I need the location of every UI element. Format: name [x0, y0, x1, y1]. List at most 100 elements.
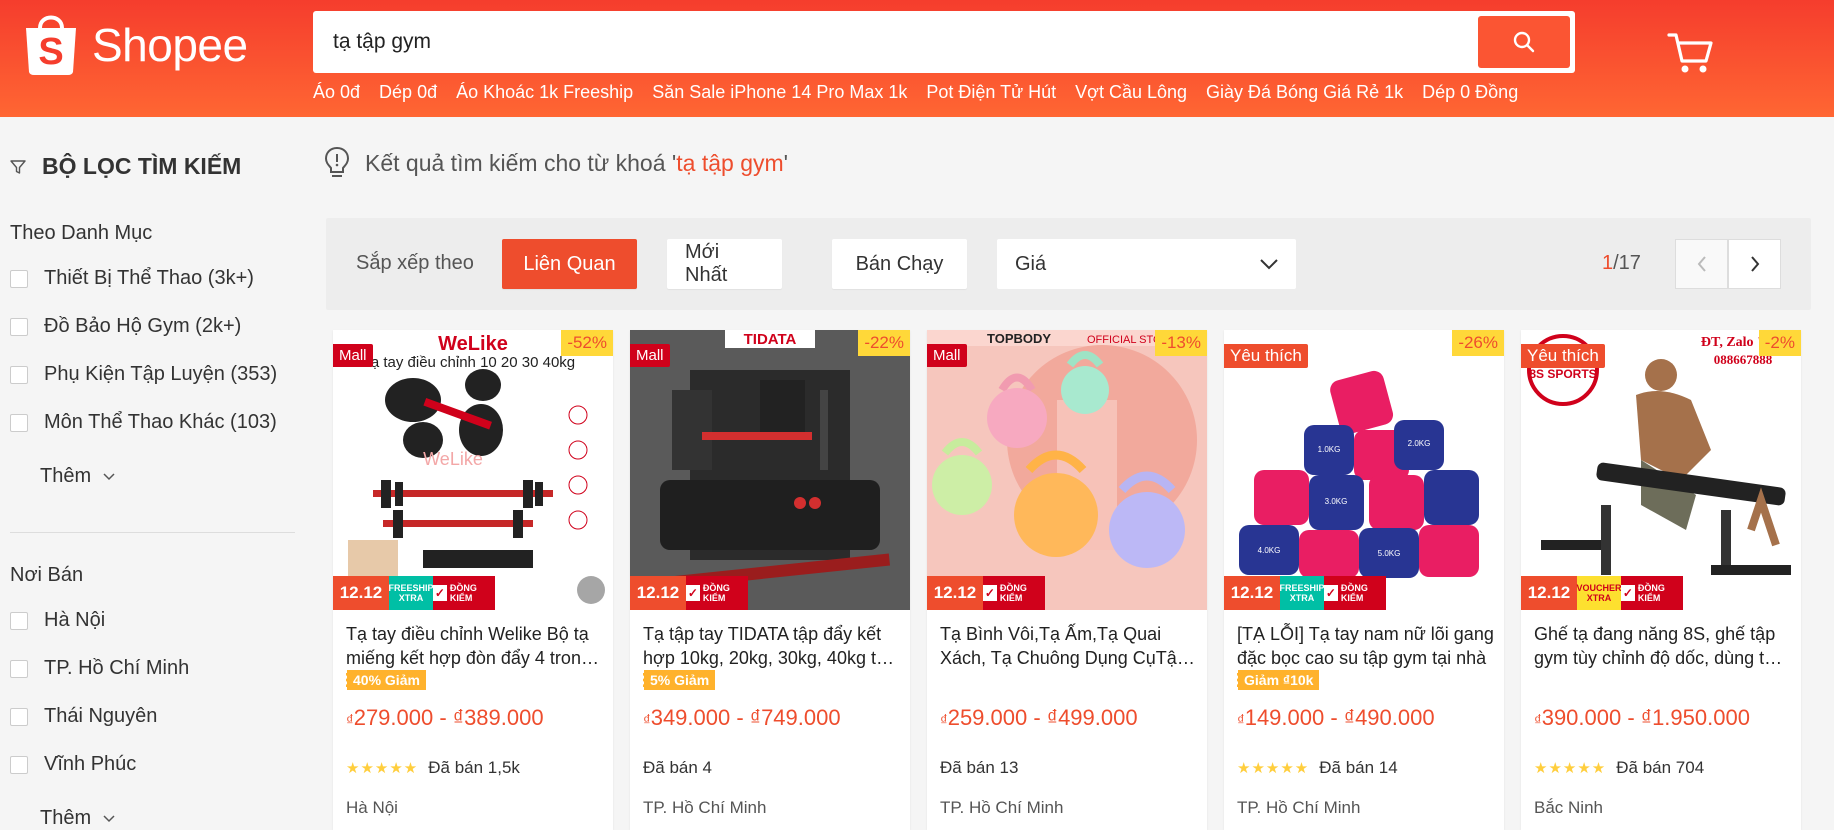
check-icon: ✓	[1324, 585, 1338, 601]
freeship-xtra-badge: FREESHIP XTRA	[1280, 576, 1325, 610]
filter-icon	[10, 159, 26, 174]
checkbox[interactable]	[10, 365, 28, 384]
product-title[interactable]: Tạ Bình Vôi,Tạ Ấm,Tạ Quai Xách, Tạ Chuôn…	[940, 622, 1198, 670]
sold-count: Đã bán 1,5k	[428, 758, 520, 777]
product-image[interactable]: WeLike ạ tay điều chỉnh 10 20 30 40kg We…	[333, 330, 613, 610]
product-card[interactable]: 1.0KG 2.0KG 3.0KG 4.0KG 5.0KG Yêu thích …	[1224, 330, 1504, 830]
product-location: Hà Nội	[346, 798, 398, 817]
product-location: TP. Hồ Chí Minh	[643, 798, 767, 817]
sort-bar: Sắp xếp theo Liên Quan Mới Nhất Bán Chạy…	[326, 218, 1811, 310]
checkbox[interactable]	[10, 755, 28, 774]
location-filter-row[interactable]: Vĩnh Phúc	[10, 753, 136, 776]
promo-strip: 12.12 ✓ ĐỒNG KIỂM	[927, 576, 1207, 610]
product-price: ₫390.000 - ₫1.950.000	[1534, 705, 1750, 730]
discount-badge: -2%	[1758, 330, 1801, 356]
weight-label: 2.0KG	[1408, 439, 1431, 448]
discount-badge: -22%	[858, 330, 910, 356]
sold-count: Đã bán 13	[940, 758, 1019, 777]
suggestion-link[interactable]: Vợt Cầu Lông	[1075, 82, 1187, 103]
category-label: Môn Thể Thao Khác (103)	[44, 411, 277, 433]
freeship-xtra-badge: FREESHIP XTRA	[389, 576, 434, 610]
suggestion-link[interactable]: Giày Đá Bóng Giá Rẻ 1k	[1206, 82, 1403, 103]
weight-label: 4.0KG	[1258, 546, 1281, 555]
location-more-button[interactable]: Thêm	[40, 807, 115, 830]
search-input[interactable]	[333, 11, 1483, 73]
chevron-left-icon	[1697, 256, 1706, 272]
cart-icon	[1667, 33, 1713, 73]
check-icon: ✓	[1621, 585, 1635, 601]
suggestion-link[interactable]: Pot Điện Tử Hút	[926, 82, 1056, 103]
product-image[interactable]: TOPBODY OFFICIAL STORE Mall -13% 12.12 ✓…	[927, 330, 1207, 610]
product-title[interactable]: [TẠ LỖI] Tạ tay nam nữ lõi gang đặc bọc …	[1237, 622, 1495, 670]
sold-count: Đã bán 704	[1616, 758, 1705, 777]
next-page-button[interactable]	[1728, 239, 1781, 289]
product-price: ₫149.000 - ₫490.000	[1237, 705, 1435, 730]
search-hint-text: Kết quả tìm kiếm cho từ khoá 'tạ tập gym…	[365, 149, 789, 176]
product-location: Bắc Ninh	[1534, 798, 1603, 817]
star-rating: ★★★★★	[346, 760, 419, 777]
sort-newest-button[interactable]: Mới Nhất	[667, 239, 782, 289]
suggestion-link[interactable]: Dép 0đ	[379, 82, 437, 103]
category-filter-row[interactable]: Môn Thể Thao Khác (103)	[10, 411, 277, 434]
shopee-logo[interactable]: S Shopee	[22, 10, 248, 76]
category-filter-row[interactable]: Phụ Kiện Tập Luyện (353)	[10, 363, 277, 386]
cart-button[interactable]	[1665, 27, 1715, 77]
location-label: Vĩnh Phúc	[44, 753, 137, 775]
svg-text:S: S	[38, 31, 63, 73]
mall-badge: Mall	[333, 344, 373, 367]
product-card[interactable]: TOPBODY OFFICIAL STORE Mall -13% 12.12 ✓…	[927, 330, 1207, 830]
location-label: Hà Nội	[44, 609, 106, 631]
chevron-right-icon	[1750, 256, 1759, 272]
location-filter-row[interactable]: Thái Nguyên	[10, 705, 157, 728]
weight-label: 3.0KG	[1325, 497, 1348, 506]
filter-header: BỘ LỌC TÌM KIẾM	[10, 153, 241, 180]
category-label: Thiết Bị Thể Thao (3k+)	[44, 267, 254, 289]
video-play-icon[interactable]	[577, 576, 605, 604]
sort-bestselling-button[interactable]: Bán Chạy	[832, 239, 967, 289]
star-rating: ★★★★★	[1237, 760, 1310, 777]
dong-kiem-badge: ✓ ĐỒNG KIỂM	[433, 576, 495, 610]
prev-page-button[interactable]	[1675, 239, 1728, 289]
suggestion-link[interactable]: Săn Sale iPhone 14 Pro Max 1k	[652, 82, 907, 103]
rating-row: ★★★★★ Đã bán 1,5k	[346, 758, 520, 778]
location-section-title: Nơi Bán	[10, 564, 84, 586]
checkbox[interactable]	[10, 269, 28, 288]
shopee-bag-icon: S	[22, 10, 80, 76]
search-button[interactable]	[1478, 16, 1570, 68]
product-title[interactable]: Tạ tay điều chỉnh Welike Bộ tạ miếng kết…	[346, 622, 604, 670]
checkbox[interactable]	[10, 659, 28, 678]
product-image[interactable]: 1.0KG 2.0KG 3.0KG 4.0KG 5.0KG Yêu thích …	[1224, 330, 1504, 610]
category-filter-row[interactable]: Đồ Bảo Hộ Gym (2k+)	[10, 315, 241, 338]
promo-strip: 12.12 FREESHIP XTRA ✓ ĐỒNG KIỂM	[333, 576, 613, 610]
filter-title: BỘ LỌC TÌM KIẾM	[42, 153, 242, 179]
checkbox[interactable]	[10, 611, 28, 630]
checkbox[interactable]	[10, 317, 28, 336]
checkbox[interactable]	[10, 413, 28, 432]
product-title[interactable]: Ghế tạ đang năng 8S, ghế tập gym tùy chỉ…	[1534, 622, 1792, 670]
product-card[interactable]: TIDATA Mall -22% 12.12 ✓ ĐỒNG KIỂM Tạ tập…	[630, 330, 910, 830]
checkbox[interactable]	[10, 707, 28, 726]
location-filter-row[interactable]: TP. Hồ Chí Minh	[10, 657, 189, 680]
check-icon: ✓	[433, 585, 447, 601]
product-card[interactable]: ĐT, Zalo "8s" 088667888 8S SPORTS Yêu th…	[1521, 330, 1801, 830]
product-image[interactable]: ĐT, Zalo "8s" 088667888 8S SPORTS Yêu th…	[1521, 330, 1801, 610]
product-title[interactable]: Tạ tập tay TIDATA tập đẩy kết hợp 10kg, …	[643, 622, 901, 670]
product-location: TP. Hồ Chí Minh	[1237, 798, 1361, 817]
suggestion-link[interactable]: Dép 0 Đồng	[1422, 82, 1518, 103]
product-image[interactable]: TIDATA Mall -22% 12.12 ✓ ĐỒNG KIỂM	[630, 330, 910, 610]
search-suggestions: Áo 0đ Dép 0đ Áo Khoác 1k Freeship Săn Sa…	[313, 82, 1518, 103]
sort-price-select[interactable]: Giá	[997, 239, 1296, 289]
promo-1212-badge: 12.12	[333, 576, 389, 610]
product-price: ₫259.000 - ₫499.000	[940, 705, 1138, 730]
location-filter-row[interactable]: Hà Nội	[10, 609, 105, 632]
page-indicator: 1/17	[1602, 252, 1641, 274]
sort-relevance-button[interactable]: Liên Quan	[502, 239, 637, 289]
category-filter-row[interactable]: Thiết Bị Thể Thao (3k+)	[10, 267, 254, 290]
suggestion-link[interactable]: Áo Khoác 1k Freeship	[456, 82, 633, 103]
category-more-button[interactable]: Thêm	[40, 465, 115, 488]
suggestion-link[interactable]: Áo 0đ	[313, 82, 360, 103]
star-rating: ★★★★★	[1534, 760, 1607, 777]
favorite-badge: Yêu thích	[1224, 344, 1308, 368]
promo-strip: 12.12 FREESHIP XTRA ✓ ĐỒNG KIỂM	[1224, 576, 1504, 610]
product-card[interactable]: WeLike ạ tay điều chỉnh 10 20 30 40kg We…	[333, 330, 613, 830]
